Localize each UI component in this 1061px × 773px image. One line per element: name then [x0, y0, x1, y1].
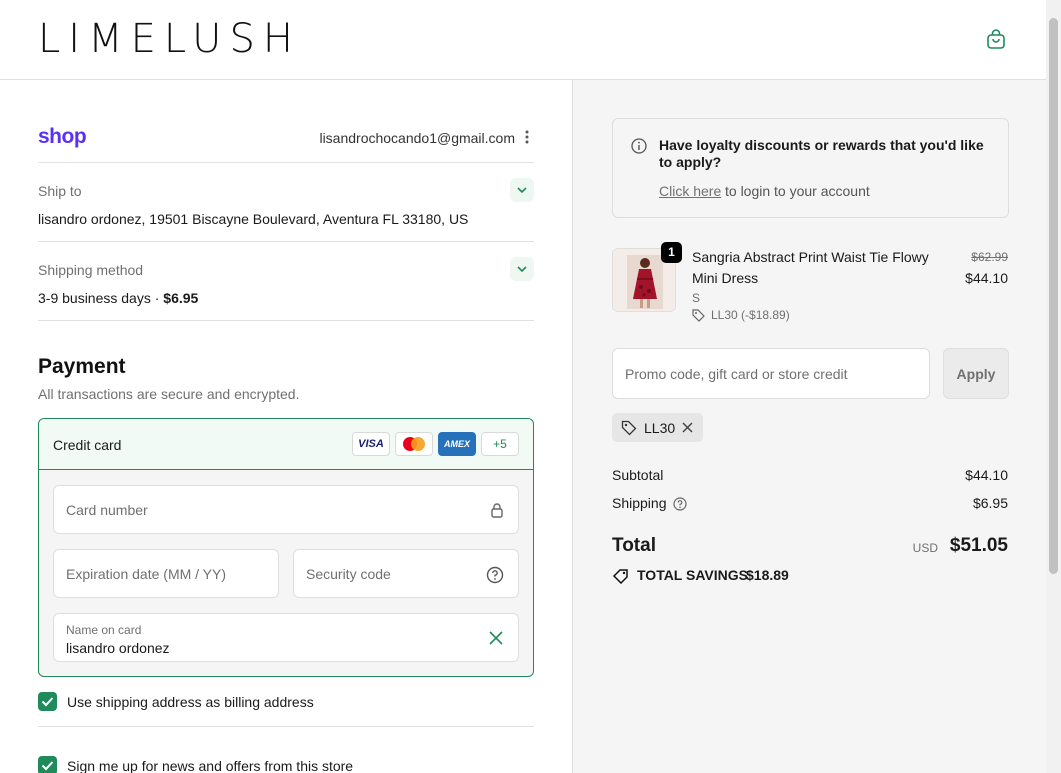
expiration-input[interactable]: [54, 550, 278, 597]
shipping-method-value: 3-9 business days · $6.95: [38, 290, 198, 306]
visa-icon: VISA: [352, 432, 390, 456]
total-savings-label: TOTAL SAVINGS: [637, 567, 748, 583]
section-divider: [38, 726, 534, 727]
checkmark-icon: [489, 631, 503, 645]
order-summary: Have loyalty discounts or rewards that y…: [572, 80, 1046, 773]
card-number-input[interactable]: [54, 486, 518, 533]
product-discount: LL30 (-$18.89): [711, 308, 790, 322]
name-on-card-field[interactable]: Name on card lisandro ordonez: [53, 613, 519, 662]
security-code-input[interactable]: [294, 550, 518, 597]
applied-discount-code: LL30: [644, 420, 676, 436]
checkout-form: shop lisandrochocando1@gmail.com Ship to…: [0, 80, 572, 773]
promo-code-field[interactable]: [612, 348, 930, 399]
shipping-value: $6.95: [972, 495, 1008, 511]
shipping-label: Shipping: [612, 495, 667, 511]
shipping-method-section: Shipping method 3-9 business days · $6.9…: [38, 241, 534, 321]
ship-to-expand-button[interactable]: [510, 178, 534, 202]
apply-promo-button[interactable]: Apply: [943, 348, 1009, 399]
more-brands-badge: +5: [481, 432, 519, 456]
total-savings-value: $18.89: [746, 567, 789, 583]
mastercard-icon: [395, 432, 433, 456]
scrollbar-thumb[interactable]: [1049, 18, 1058, 574]
shopping-bag-icon[interactable]: [985, 28, 1007, 50]
newsletter-checkbox[interactable]: [38, 756, 57, 773]
name-on-card-label: Name on card: [66, 623, 142, 637]
payment-title: Payment: [38, 355, 126, 378]
section-divider: [38, 320, 534, 321]
credit-card-label: Credit card: [53, 437, 122, 453]
promo-code-input[interactable]: [613, 349, 929, 398]
name-on-card-value[interactable]: lisandro ordonez: [66, 640, 170, 656]
loyalty-banner: Have loyalty discounts or rewards that y…: [612, 118, 1009, 218]
subtotal-label: Subtotal: [612, 467, 664, 483]
brand-logo[interactable]: LIMELUSH: [38, 18, 301, 60]
remove-discount-icon[interactable]: [681, 421, 694, 434]
billing-same-checkbox[interactable]: [38, 692, 57, 711]
help-circle-icon[interactable]: [486, 566, 504, 584]
product-original-price: $62.99: [971, 250, 1008, 264]
loyalty-login-link[interactable]: Click here: [659, 183, 721, 199]
total-currency: USD: [912, 541, 938, 555]
chevron-down-icon: [517, 266, 527, 273]
product-price: $44.10: [965, 270, 1008, 286]
payment-subtitle: All transactions are secure and encrypte…: [38, 386, 300, 402]
more-options-icon[interactable]: [522, 129, 532, 145]
billing-same-label[interactable]: Use shipping address as billing address: [67, 694, 314, 710]
expiration-field[interactable]: [53, 549, 279, 598]
ship-to-address: lisandro ordonez, 19501 Biscayne Bouleva…: [38, 211, 469, 227]
product-name: Sangria Abstract Print Waist Tie Flowy M…: [692, 249, 929, 286]
ship-to-section: Ship to lisandro ordonez, 19501 Biscayne…: [38, 162, 534, 242]
shipping-method-price: $6.95: [163, 290, 199, 306]
shipping-method-label: Shipping method: [38, 262, 144, 278]
total-value: $51.05: [949, 535, 1008, 556]
ship-to-label: Ship to: [38, 183, 82, 199]
lock-icon: [491, 503, 503, 518]
product-variant: S: [692, 291, 701, 305]
shipping-method-expand-button[interactable]: [510, 257, 534, 281]
check-icon: [41, 761, 54, 771]
amex-icon: AMEX: [438, 432, 476, 456]
credit-card-panel: Credit card VISA AMEX +5 Name on card li…: [38, 418, 534, 677]
credit-card-option[interactable]: Credit card VISA AMEX +5: [39, 419, 533, 470]
applied-discount-chip: LL30: [612, 413, 703, 442]
page-scrollbar[interactable]: [1046, 0, 1061, 773]
shop-pay-logo: shop: [38, 125, 87, 148]
savings-tag-icon: [612, 569, 628, 584]
card-number-field[interactable]: [53, 485, 519, 534]
info-icon: [631, 138, 647, 154]
newsletter-label[interactable]: Sign me up for news and offers from this…: [67, 758, 353, 773]
site-header: LIMELUSH: [0, 0, 1046, 80]
shipping-method-time: 3-9 business days ·: [38, 290, 164, 306]
check-icon: [41, 697, 54, 707]
chevron-down-icon: [517, 187, 527, 194]
total-label: Total: [612, 535, 656, 556]
security-code-field[interactable]: [293, 549, 519, 598]
discount-tag-icon: [692, 309, 705, 322]
help-circle-icon[interactable]: [673, 497, 687, 511]
quantity-badge: 1: [661, 242, 682, 263]
subtotal-value: $44.10: [965, 467, 1008, 483]
discount-tag-icon: [621, 420, 637, 436]
loyalty-title: Have loyalty discounts or rewards that y…: [659, 137, 984, 170]
loyalty-login-text: to login to your account: [725, 183, 870, 199]
account-email: lisandrochocando1@gmail.com: [319, 130, 515, 146]
